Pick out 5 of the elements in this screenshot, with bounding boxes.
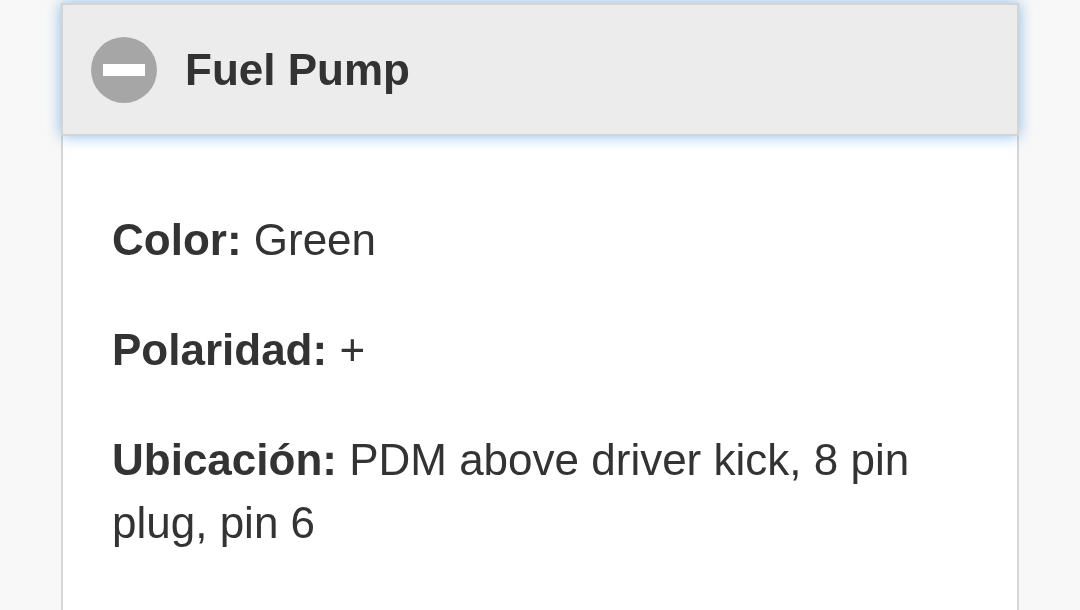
field-text: Polaridad: +	[112, 324, 367, 376]
field-text: Color: Green	[112, 214, 378, 266]
accordion-header[interactable]: Fuel Pump	[61, 3, 1019, 136]
field-text: Ubicación: PDM above driver kick, 8 pin plug, pin 6	[112, 434, 911, 549]
minus-icon	[91, 36, 157, 103]
